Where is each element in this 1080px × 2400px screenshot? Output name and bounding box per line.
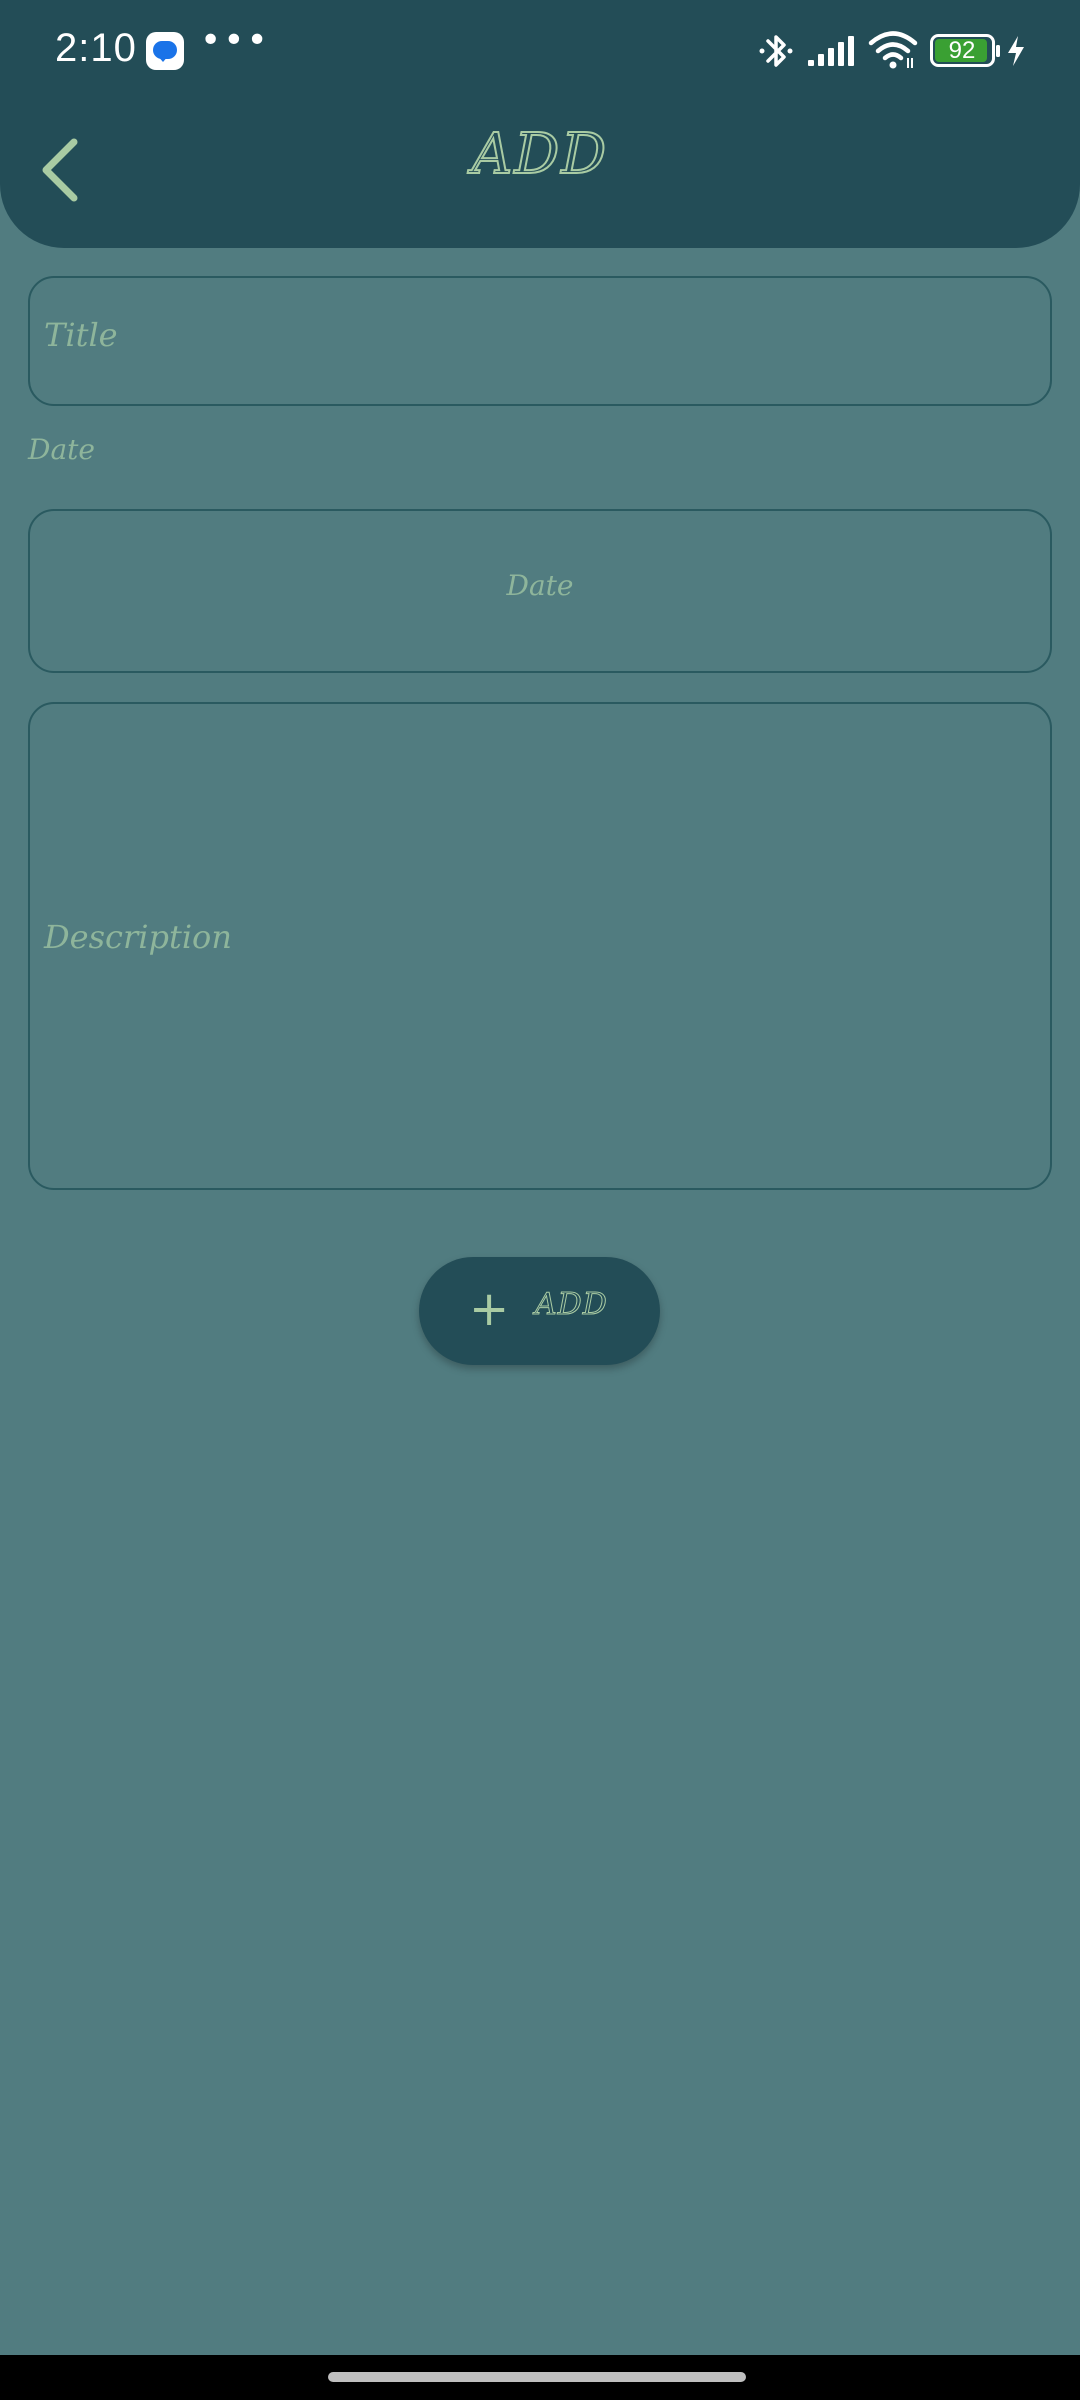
- date-label: Date: [28, 433, 95, 466]
- bluetooth-icon: [759, 35, 793, 67]
- bolt-icon: [1008, 36, 1024, 66]
- status-time: 2:10: [55, 26, 137, 70]
- wifi-icon: [868, 31, 918, 69]
- add-screen: 2:10 ••• 92 ADD Title Date Date Descript…: [0, 0, 1080, 2400]
- more-notifications-icon: •••: [200, 20, 270, 61]
- signal-icon: [808, 36, 854, 66]
- add-button-label: ADD: [535, 1287, 608, 1323]
- home-indicator[interactable]: [328, 2372, 746, 2382]
- date-value: Date: [506, 569, 574, 602]
- description-input[interactable]: Description: [28, 702, 1052, 1190]
- title-placeholder: Title: [44, 316, 118, 354]
- system-nav-bar: [0, 2355, 1080, 2400]
- status-bar: 2:10 ••• 92: [0, 0, 1080, 100]
- title-input[interactable]: Title: [28, 276, 1052, 406]
- add-button[interactable]: + ADD: [419, 1257, 660, 1365]
- description-placeholder: Description: [44, 918, 232, 956]
- date-picker-field[interactable]: Date: [28, 509, 1052, 673]
- page-title: ADD: [471, 121, 609, 188]
- app-header: 2:10 ••• 92 ADD: [0, 0, 1080, 248]
- messages-app-icon: [146, 32, 184, 70]
- battery-level: 92: [948, 37, 976, 64]
- plus-icon: +: [469, 1281, 510, 1337]
